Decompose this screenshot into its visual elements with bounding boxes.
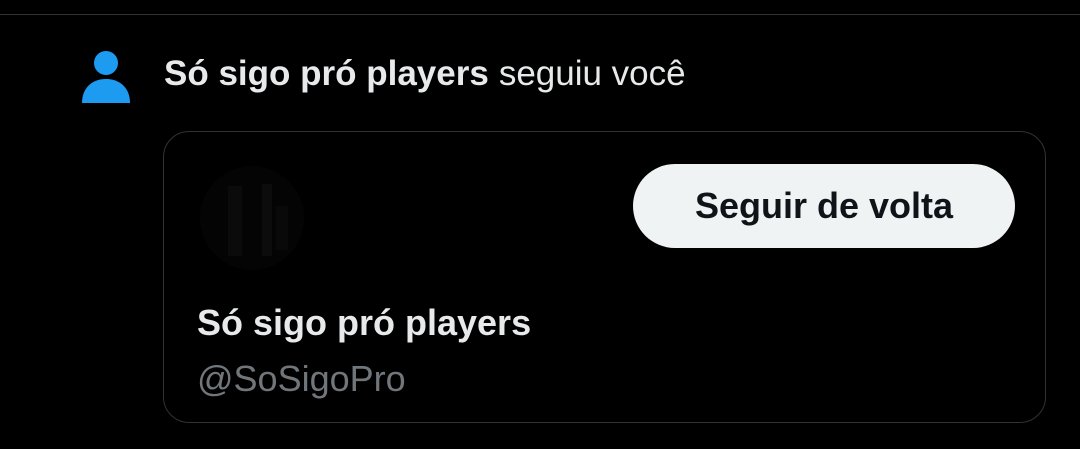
top-divider [0, 14, 1080, 15]
user-card[interactable]: Seguir de volta Só sigo pró players @SoS… [163, 131, 1046, 423]
notification-text: Só sigo pró players seguiu você [164, 52, 686, 96]
notification-action-text: seguiu você [498, 54, 686, 93]
notification-user-name[interactable]: Só sigo pró players [164, 54, 489, 93]
user-handle[interactable]: @SoSigoPro [197, 356, 406, 402]
person-icon [80, 50, 132, 104]
notification-page: Só sigo pró players seguiu você Seguir de… [0, 0, 1080, 449]
avatar[interactable] [200, 166, 304, 270]
user-display-name[interactable]: Só sigo pró players [197, 300, 531, 346]
follow-back-button[interactable]: Seguir de volta [633, 164, 1015, 248]
